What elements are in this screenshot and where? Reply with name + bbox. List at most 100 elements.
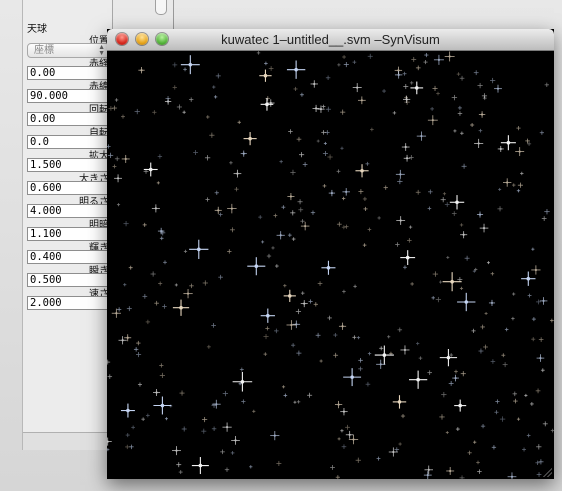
star <box>125 433 130 438</box>
star <box>114 156 120 162</box>
star <box>296 400 301 404</box>
star <box>467 450 472 455</box>
star <box>490 271 495 276</box>
star <box>107 448 110 452</box>
star <box>460 131 464 136</box>
star <box>291 343 296 348</box>
panel-scroll-thumb[interactable] <box>155 0 167 15</box>
star <box>484 311 488 316</box>
star <box>215 73 221 79</box>
star <box>114 174 123 183</box>
star <box>376 456 381 461</box>
star <box>516 126 521 131</box>
star <box>500 135 516 151</box>
title-bar[interactable]: kuwatec 1–untitled__.svm –SynVisum <box>107 29 554 51</box>
star <box>343 62 349 68</box>
star <box>286 60 306 79</box>
star <box>348 434 359 445</box>
star <box>151 204 160 213</box>
star <box>293 86 298 91</box>
star <box>153 388 161 397</box>
star <box>163 260 167 265</box>
star <box>321 260 336 275</box>
star <box>408 225 413 229</box>
star <box>153 396 172 415</box>
star <box>522 447 527 452</box>
star <box>549 318 554 323</box>
star <box>283 393 288 398</box>
main-window: kuwatec 1–untitled__.svm –SynVisum <box>107 29 554 479</box>
star <box>502 178 512 187</box>
star <box>308 299 313 304</box>
star <box>501 353 506 358</box>
star <box>172 85 177 90</box>
star <box>395 242 400 247</box>
star <box>432 85 438 92</box>
value-field[interactable]: 2.000 <box>27 296 110 310</box>
star <box>172 62 178 68</box>
star <box>241 399 246 404</box>
star <box>541 216 547 221</box>
star <box>270 431 280 441</box>
star <box>340 429 344 433</box>
star <box>460 371 466 377</box>
star <box>453 129 457 133</box>
star <box>120 403 135 418</box>
star <box>121 154 130 163</box>
star <box>243 132 257 146</box>
star <box>512 183 516 187</box>
star <box>310 80 318 88</box>
star <box>218 274 223 280</box>
star <box>313 302 319 307</box>
star <box>342 55 346 59</box>
star <box>205 115 210 119</box>
star <box>274 328 279 334</box>
star <box>229 227 235 233</box>
star <box>297 199 303 205</box>
star <box>307 392 313 398</box>
star <box>456 72 461 76</box>
star <box>446 467 455 475</box>
star <box>249 465 253 469</box>
star <box>362 243 367 247</box>
star <box>191 457 209 475</box>
star <box>220 449 225 455</box>
star <box>494 410 499 415</box>
star <box>367 351 372 356</box>
star <box>107 359 111 365</box>
star <box>490 77 496 84</box>
star <box>471 328 476 333</box>
star <box>302 162 308 167</box>
star <box>358 366 363 372</box>
star <box>452 374 459 382</box>
star <box>539 297 548 305</box>
star <box>211 399 221 409</box>
star <box>473 440 477 444</box>
star <box>445 431 449 435</box>
star <box>432 271 439 277</box>
star <box>527 293 532 298</box>
star <box>292 320 301 329</box>
star <box>520 171 524 176</box>
star <box>477 469 482 474</box>
resize-grip[interactable] <box>542 467 552 477</box>
star <box>218 212 223 217</box>
star <box>410 282 414 286</box>
star <box>157 227 165 235</box>
star <box>397 178 403 185</box>
star <box>511 316 515 321</box>
star <box>209 132 215 138</box>
star <box>416 131 427 141</box>
starfield-canvas[interactable] <box>107 51 554 479</box>
star <box>333 332 338 338</box>
star <box>182 110 186 114</box>
star <box>341 196 346 201</box>
star <box>497 145 504 152</box>
star <box>123 221 129 227</box>
star <box>464 255 470 261</box>
star <box>363 206 368 211</box>
star <box>286 320 297 330</box>
star <box>544 82 549 88</box>
star <box>515 147 525 157</box>
star <box>403 84 409 90</box>
